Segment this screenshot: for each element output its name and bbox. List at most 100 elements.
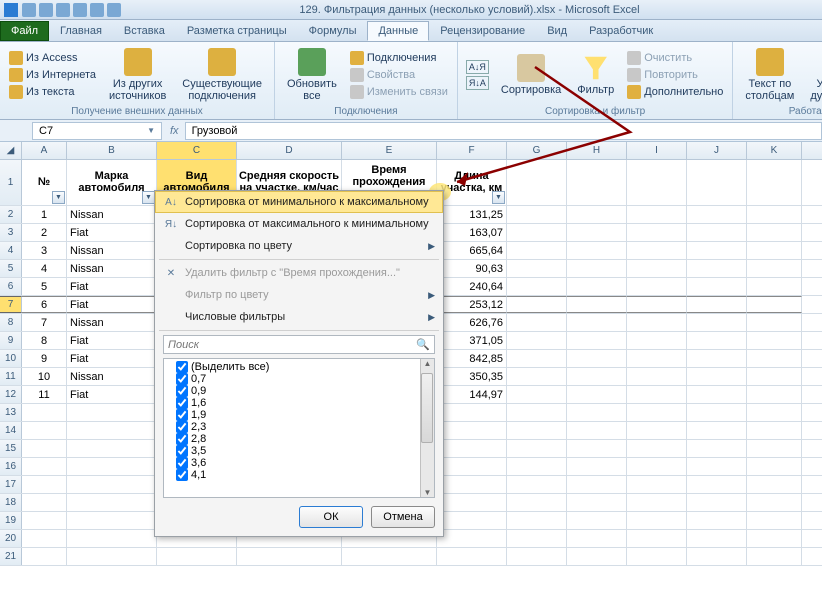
- cell-brand[interactable]: Fiat: [67, 296, 157, 313]
- cancel-button[interactable]: Отмена: [371, 506, 435, 528]
- cell[interactable]: [687, 296, 747, 313]
- cell[interactable]: [567, 404, 627, 421]
- cell[interactable]: [437, 494, 507, 511]
- sort-button[interactable]: Сортировка: [495, 52, 567, 98]
- autofilter-dropdown[interactable]: А↓Сортировка от минимального к максималь…: [154, 190, 444, 537]
- other-sources-button[interactable]: Из других источников: [103, 46, 172, 104]
- qat-icon[interactable]: [107, 3, 121, 17]
- cell-number[interactable]: 10: [22, 368, 67, 385]
- search-field[interactable]: [168, 339, 416, 351]
- row-head[interactable]: 3: [0, 224, 22, 241]
- cell[interactable]: [687, 224, 747, 241]
- sort-az-button[interactable]: А↓ЯЯ↓А: [464, 58, 491, 92]
- cell[interactable]: [567, 314, 627, 331]
- cell[interactable]: [22, 458, 67, 475]
- filter-arrow-icon[interactable]: ▼: [492, 191, 505, 204]
- cell[interactable]: [507, 242, 567, 259]
- cell[interactable]: [687, 512, 747, 529]
- cell[interactable]: [747, 278, 802, 295]
- cell[interactable]: [567, 160, 627, 205]
- cell[interactable]: [67, 458, 157, 475]
- cell-number[interactable]: 11: [22, 386, 67, 403]
- col-head-C[interactable]: C: [157, 142, 237, 159]
- cell[interactable]: [567, 458, 627, 475]
- cell[interactable]: [627, 160, 687, 205]
- cell[interactable]: [747, 458, 802, 475]
- cell[interactable]: [567, 386, 627, 403]
- filter-value-checkbox[interactable]: 1,9: [176, 409, 434, 421]
- cell[interactable]: [687, 350, 747, 367]
- name-box[interactable]: C7▼: [32, 122, 162, 140]
- cell[interactable]: [437, 422, 507, 439]
- cell[interactable]: [67, 476, 157, 493]
- cell-brand[interactable]: Fiat: [67, 350, 157, 367]
- cell[interactable]: [747, 494, 802, 511]
- cell[interactable]: [687, 206, 747, 223]
- col-head-F[interactable]: F: [437, 142, 507, 159]
- sort-descending-item[interactable]: Я↓Сортировка от максимального к минималь…: [155, 213, 443, 235]
- qat-save-icon[interactable]: [22, 3, 36, 17]
- worksheet-grid[interactable]: ◢ ABCDEFGHIJK 1 №▼ Марка автомобиля▼ Вид…: [0, 142, 822, 566]
- row-head[interactable]: 19: [0, 512, 22, 529]
- filter-values-list[interactable]: (Выделить все) 0,70,91,61,92,32,83,53,64…: [163, 358, 435, 498]
- ok-button[interactable]: ОК: [299, 506, 363, 528]
- tab-view[interactable]: Вид: [536, 21, 578, 41]
- cell[interactable]: [507, 332, 567, 349]
- cell[interactable]: [747, 476, 802, 493]
- remove-duplicates-button[interactable]: Удалить дубликаты: [804, 46, 822, 104]
- cell[interactable]: [507, 386, 567, 403]
- cell[interactable]: [507, 530, 567, 547]
- col-head-I[interactable]: I: [627, 142, 687, 159]
- checkbox[interactable]: [176, 397, 188, 409]
- cell[interactable]: [627, 512, 687, 529]
- cell[interactable]: [507, 314, 567, 331]
- cell[interactable]: [507, 548, 567, 565]
- cell[interactable]: [687, 458, 747, 475]
- cell[interactable]: [437, 404, 507, 421]
- cell[interactable]: [567, 512, 627, 529]
- row-head[interactable]: 6: [0, 278, 22, 295]
- qat-icon[interactable]: [90, 3, 104, 17]
- cell[interactable]: [507, 458, 567, 475]
- row-head[interactable]: 14: [0, 422, 22, 439]
- cell[interactable]: [507, 296, 567, 313]
- row-head[interactable]: 2: [0, 206, 22, 223]
- cell[interactable]: [627, 332, 687, 349]
- from-web-button[interactable]: Из Интернета: [6, 67, 99, 83]
- filter-button[interactable]: Фильтр: [571, 52, 620, 98]
- col-head-B[interactable]: B: [67, 142, 157, 159]
- checkbox[interactable]: [176, 469, 188, 481]
- cell-brand[interactable]: Fiat: [67, 224, 157, 241]
- checkbox[interactable]: [176, 445, 188, 457]
- cell-number[interactable]: 8: [22, 332, 67, 349]
- cell-length[interactable]: 253,12: [437, 296, 507, 313]
- cell[interactable]: [747, 548, 802, 565]
- cell[interactable]: [437, 440, 507, 457]
- checkbox[interactable]: [176, 421, 188, 433]
- cell[interactable]: [507, 224, 567, 241]
- cell[interactable]: [22, 530, 67, 547]
- cell[interactable]: [22, 512, 67, 529]
- cell-brand[interactable]: Fiat: [67, 278, 157, 295]
- cell[interactable]: [507, 368, 567, 385]
- qat-icon[interactable]: [73, 3, 87, 17]
- checkbox[interactable]: [176, 385, 188, 397]
- row-head[interactable]: 1: [0, 160, 22, 205]
- filter-search-input[interactable]: 🔍: [163, 335, 435, 354]
- cell-length[interactable]: 842,85: [437, 350, 507, 367]
- cell[interactable]: [687, 404, 747, 421]
- cell[interactable]: [687, 548, 747, 565]
- cell[interactable]: [567, 422, 627, 439]
- cell[interactable]: [627, 224, 687, 241]
- cell[interactable]: [747, 422, 802, 439]
- filter-value-checkbox[interactable]: 0,7: [176, 373, 434, 385]
- cell-length[interactable]: 665,64: [437, 242, 507, 259]
- cell-brand[interactable]: Nissan: [67, 242, 157, 259]
- cell-brand[interactable]: Fiat: [67, 386, 157, 403]
- cell[interactable]: [22, 440, 67, 457]
- row-head[interactable]: 8: [0, 314, 22, 331]
- cell-length[interactable]: 144,97: [437, 386, 507, 403]
- cell[interactable]: [567, 242, 627, 259]
- cell[interactable]: [687, 494, 747, 511]
- cell[interactable]: [567, 476, 627, 493]
